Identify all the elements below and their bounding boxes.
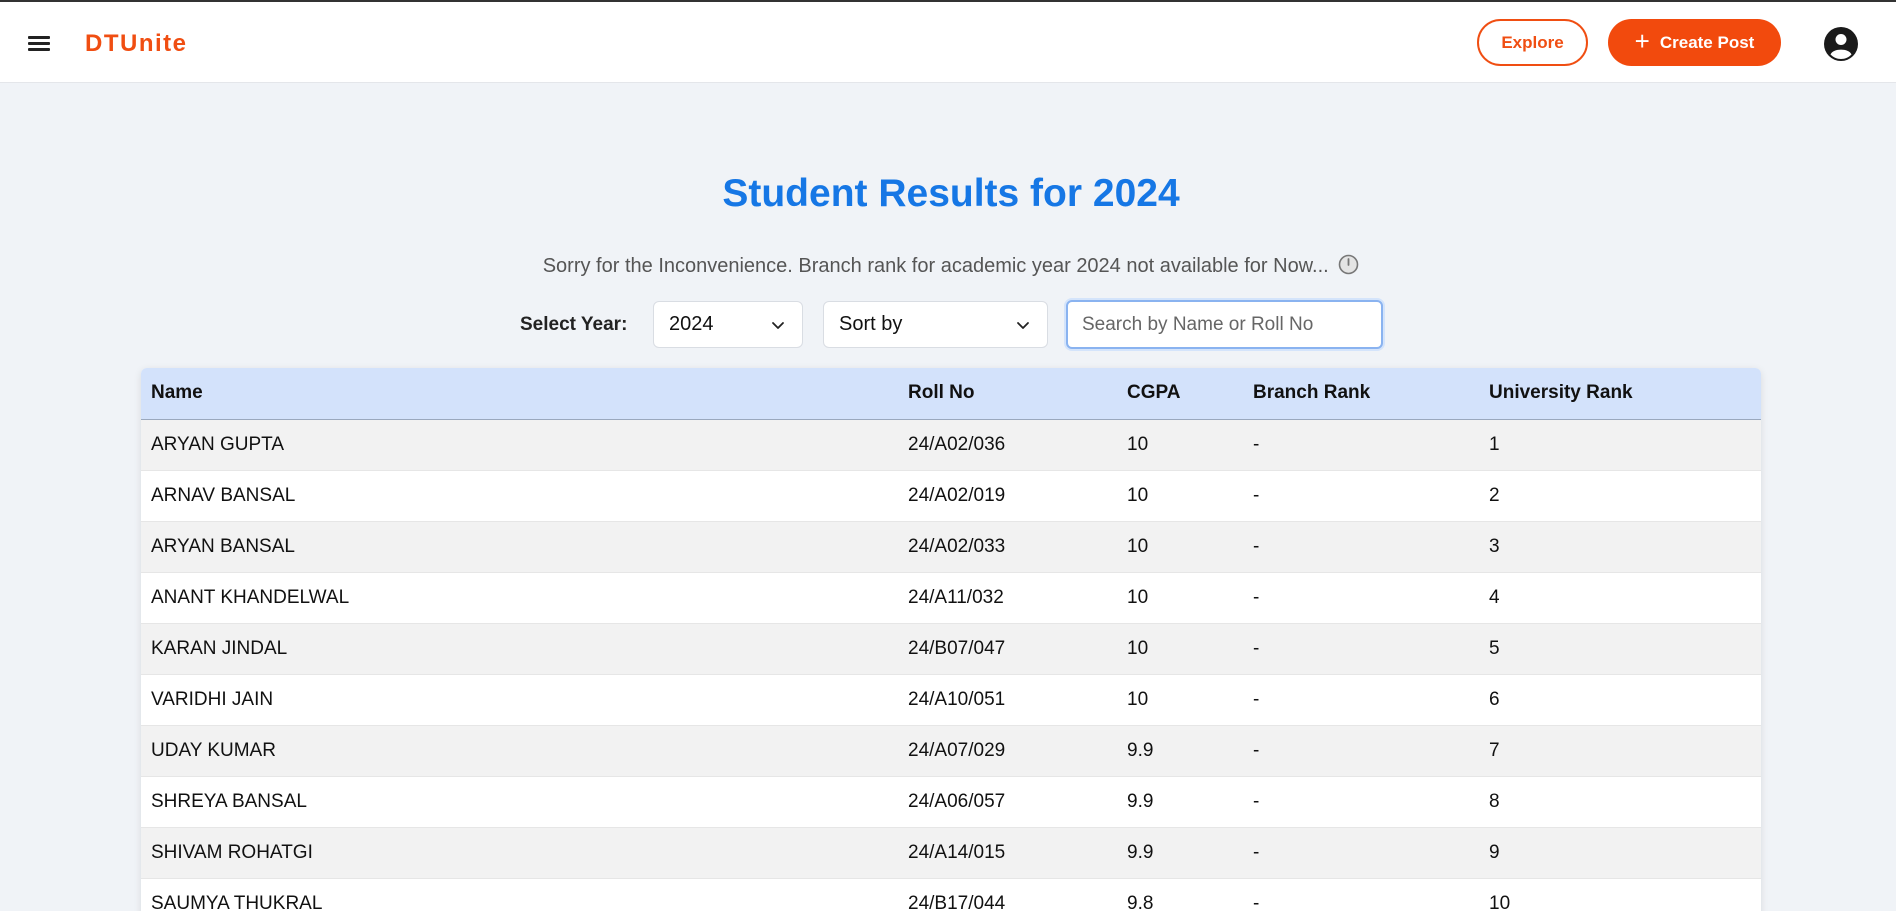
cell-branch-rank: - xyxy=(1253,535,1260,557)
cell-branch-rank: - xyxy=(1253,637,1260,659)
column-header-roll-no[interactable]: Roll No xyxy=(898,368,1117,419)
cell-branch-rank: - xyxy=(1253,688,1260,710)
table-row[interactable]: SAUMYA THUKRAL 24/B17/044 9.8 - 10 xyxy=(141,878,1761,911)
cell-name: KARAN JINDAL xyxy=(151,637,288,659)
table-row[interactable]: ARYAN GUPTA 24/A02/036 10 - 1 xyxy=(141,419,1761,470)
table-row[interactable]: ARNAV BANSAL 24/A02/019 10 - 2 xyxy=(141,470,1761,521)
select-year-label: Select Year: xyxy=(520,314,628,335)
brand-logo[interactable]: DTUnite xyxy=(85,30,188,58)
page-title: Student Results for 2024 xyxy=(722,172,1180,215)
cell-branch-rank: - xyxy=(1253,586,1260,608)
results-table: Name Roll No CGPA Branch Rank University… xyxy=(141,368,1761,911)
table-row[interactable]: UDAY KUMAR 24/A07/029 9.9 - 7 xyxy=(141,725,1761,776)
notice-text: Sorry for the Inconvenience. Branch rank… xyxy=(542,255,1329,277)
cell-roll-no: 24/B07/047 xyxy=(908,637,1006,659)
column-header-university-rank[interactable]: University Rank xyxy=(1479,368,1761,419)
results-table-container: Name Roll No CGPA Branch Rank University… xyxy=(141,368,1761,911)
cell-cgpa: 10 xyxy=(1127,637,1149,659)
cell-roll-no: 24/A02/019 xyxy=(908,484,1006,506)
cell-branch-rank: - xyxy=(1253,739,1260,761)
cell-university-rank: 7 xyxy=(1489,739,1500,761)
cell-university-rank: 8 xyxy=(1489,790,1500,812)
cell-roll-no: 24/A07/029 xyxy=(908,739,1006,761)
explore-button[interactable]: Explore xyxy=(1477,19,1588,66)
cell-university-rank: 2 xyxy=(1489,484,1500,506)
cell-university-rank: 1 xyxy=(1489,433,1500,455)
clock-icon xyxy=(1338,254,1359,281)
sort-select-value: Sort by xyxy=(839,313,903,335)
cell-name: ARYAN BANSAL xyxy=(151,535,295,557)
year-select-value: 2024 xyxy=(669,313,714,335)
cell-university-rank: 3 xyxy=(1489,535,1500,557)
cell-cgpa: 10 xyxy=(1127,484,1149,506)
cell-cgpa: 9.8 xyxy=(1127,892,1154,911)
cell-branch-rank: - xyxy=(1253,790,1260,812)
plus-icon: + xyxy=(1634,26,1650,56)
table-row[interactable]: VARIDHI JAIN 24/A10/051 10 - 6 xyxy=(141,674,1761,725)
cell-cgpa: 9.9 xyxy=(1127,739,1154,761)
cell-roll-no: 24/A10/051 xyxy=(908,688,1006,710)
cell-name: SHREYA BANSAL xyxy=(151,790,307,812)
table-row[interactable]: SHIVAM ROHATGI 24/A14/015 9.9 - 9 xyxy=(141,827,1761,878)
top-navbar: DTUnite Explore + Create Post xyxy=(0,2,1896,83)
cell-university-rank: 10 xyxy=(1489,892,1511,911)
cell-cgpa: 10 xyxy=(1127,688,1149,710)
table-row[interactable]: SHREYA BANSAL 24/A06/057 9.9 - 8 xyxy=(141,776,1761,827)
cell-name: SHIVAM ROHATGI xyxy=(151,841,313,863)
cell-roll-no: 24/B17/044 xyxy=(908,892,1006,911)
year-select[interactable]: 2024 xyxy=(653,301,803,348)
cell-roll-no: 24/A06/057 xyxy=(908,790,1006,812)
column-header-name[interactable]: Name xyxy=(141,368,898,419)
cell-roll-no: 24/A11/032 xyxy=(908,586,1004,608)
table-header-row: Name Roll No CGPA Branch Rank University… xyxy=(141,368,1761,419)
cell-cgpa: 10 xyxy=(1127,586,1149,608)
cell-name: VARIDHI JAIN xyxy=(151,688,274,710)
cell-branch-rank: - xyxy=(1253,484,1260,506)
cell-university-rank: 4 xyxy=(1489,586,1500,608)
cell-name: ANANT KHANDELWAL xyxy=(151,586,350,608)
column-header-cgpa[interactable]: CGPA xyxy=(1117,368,1243,419)
table-row[interactable]: KARAN JINDAL 24/B07/047 10 - 5 xyxy=(141,623,1761,674)
cell-roll-no: 24/A14/015 xyxy=(908,841,1006,863)
cell-branch-rank: - xyxy=(1253,841,1260,863)
cell-name: UDAY KUMAR xyxy=(151,739,276,761)
cell-cgpa: 10 xyxy=(1127,535,1149,557)
cell-roll-no: 24/A02/036 xyxy=(908,433,1006,455)
cell-cgpa: 9.9 xyxy=(1127,841,1154,863)
cell-name: ARNAV BANSAL xyxy=(151,484,296,506)
rank-notice: Sorry for the Inconvenience. Branch rank… xyxy=(0,254,1896,281)
chevron-down-icon xyxy=(1017,322,1029,329)
column-header-branch-rank[interactable]: Branch Rank xyxy=(1243,368,1479,419)
cell-cgpa: 10 xyxy=(1127,433,1149,455)
cell-university-rank: 5 xyxy=(1489,637,1500,659)
cell-branch-rank: - xyxy=(1253,433,1260,455)
create-post-label: Create Post xyxy=(1659,32,1755,52)
cell-roll-no: 24/A02/033 xyxy=(908,535,1006,557)
menu-icon[interactable] xyxy=(26,33,52,55)
table-row[interactable]: ARYAN BANSAL 24/A02/033 10 - 3 xyxy=(141,521,1761,572)
cell-branch-rank: - xyxy=(1253,892,1260,911)
filter-controls: Select Year: 2024 Sort by xyxy=(0,300,1896,350)
table-row[interactable]: ANANT KHANDELWAL 24/A11/032 10 - 4 xyxy=(141,572,1761,623)
chevron-down-icon xyxy=(772,322,784,329)
cell-name: SAUMYA THUKRAL xyxy=(151,892,323,911)
search-input[interactable] xyxy=(1066,300,1383,349)
cell-university-rank: 9 xyxy=(1489,841,1500,863)
cell-cgpa: 9.9 xyxy=(1127,790,1154,812)
cell-name: ARYAN GUPTA xyxy=(151,433,285,455)
user-circle-icon[interactable] xyxy=(1823,26,1859,62)
sort-select[interactable]: Sort by xyxy=(823,301,1048,348)
cell-university-rank: 6 xyxy=(1489,688,1500,710)
create-post-button[interactable]: + Create Post xyxy=(1608,19,1781,66)
